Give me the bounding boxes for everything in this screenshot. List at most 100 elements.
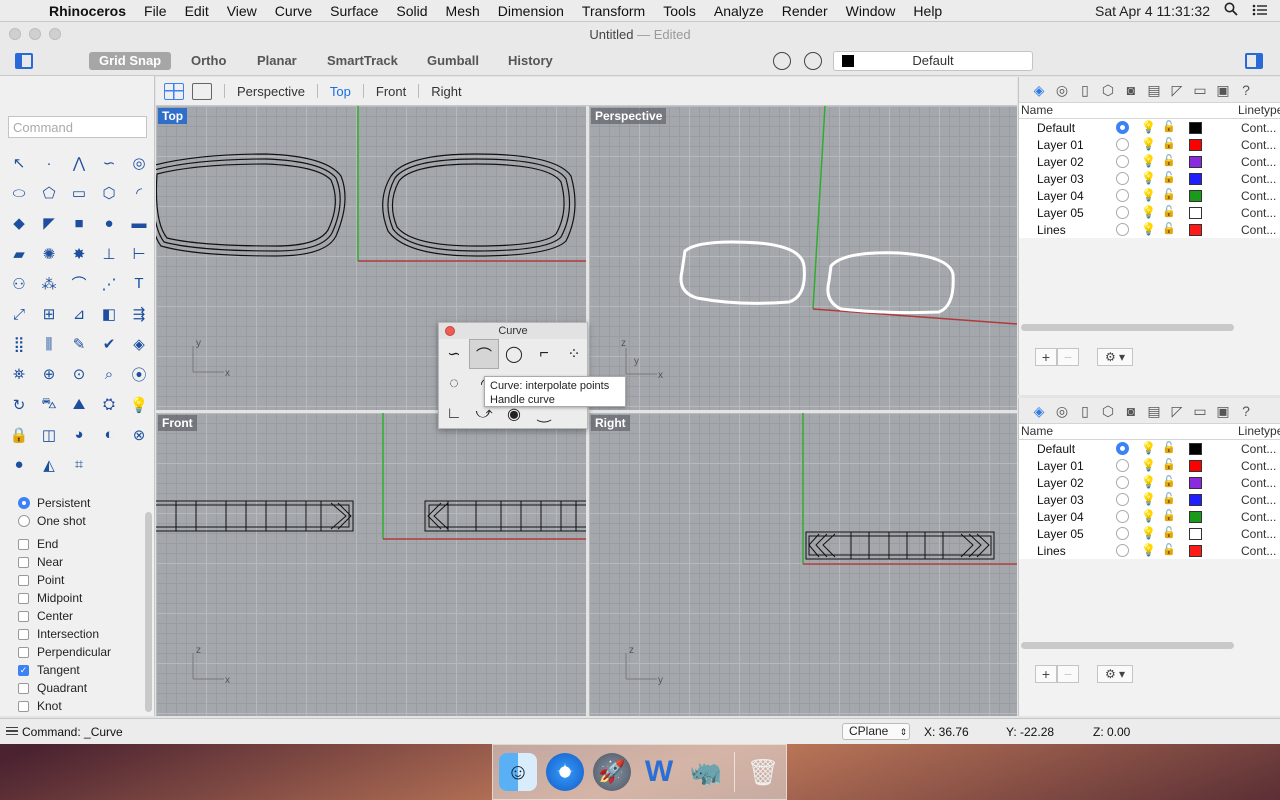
right-sidebar-toggle-icon[interactable] <box>1245 53 1263 69</box>
layer-name[interactable]: Default <box>1037 442 1075 456</box>
layer-name[interactable]: Layer 02 <box>1037 155 1084 169</box>
planar-button[interactable]: Planar <box>247 52 307 70</box>
points-on-tool-icon[interactable]: ⁂ <box>34 269 64 299</box>
layer-lock-icon[interactable]: 🔓 <box>1162 154 1176 167</box>
help-tab-icon[interactable]: ? <box>1238 82 1254 98</box>
split-tool-icon[interactable]: ⊥ <box>94 239 124 269</box>
layer-linetype[interactable]: Cont... <box>1241 121 1276 135</box>
layer-lock-icon[interactable]: 🔓 <box>1162 205 1176 218</box>
point-tool-icon[interactable]: · <box>34 148 64 178</box>
grid-array-icon[interactable]: ⣿ <box>4 329 34 359</box>
light-icon[interactable]: 💡 <box>124 390 154 420</box>
layer-visibility-bulb-icon[interactable]: 💡 <box>1141 458 1156 472</box>
safari-icon[interactable]: ✦ <box>546 753 584 791</box>
single-viewport-icon[interactable] <box>192 82 212 100</box>
tab-right[interactable]: Right <box>431 84 461 99</box>
layer-visibility-bulb-icon[interactable]: 💡 <box>1141 137 1156 151</box>
layer-visibility-bulb-icon[interactable]: 💡 <box>1141 475 1156 489</box>
layer-visibility-bulb-icon[interactable]: 💡 <box>1141 509 1156 523</box>
layer-row[interactable]: Lines 💡 🔓 Cont... <box>1019 542 1280 559</box>
layer-row[interactable]: Layer 03 💡 🔓 Cont... <box>1019 170 1280 187</box>
layer-row[interactable]: Layer 04 💡 🔓 Cont... <box>1019 508 1280 525</box>
remove-layer-button[interactable]: − <box>1057 665 1079 683</box>
polygon-curve-icon[interactable]: ◌ <box>439 369 469 399</box>
layer-visibility-bulb-icon[interactable]: 💡 <box>1141 526 1156 540</box>
add-layer-button[interactable]: + <box>1035 348 1057 366</box>
zoom-selected-icon[interactable]: ⦿ <box>124 359 154 389</box>
finder-icon[interactable]: ☺ <box>499 753 537 791</box>
zoom-window-icon[interactable]: ⊙ <box>64 359 94 389</box>
layer-lock-icon[interactable]: 🔓 <box>1162 222 1176 235</box>
spotlight-search-icon[interactable] <box>1224 2 1238 19</box>
layers-tab-icon[interactable]: ◈ <box>1031 82 1047 98</box>
box-tool-icon[interactable]: ■ <box>64 208 94 238</box>
properties-tab-icon[interactable]: ◎ <box>1054 403 1070 419</box>
osnap-tangent-checkbox[interactable]: ✓ Tangent <box>18 661 148 679</box>
layer-linetype[interactable]: Cont... <box>1241 493 1276 507</box>
command-history-menu-icon[interactable] <box>6 727 18 735</box>
spotlight-tool-icon[interactable]: ◭ <box>34 450 64 480</box>
analyze-tool-icon[interactable]: ◈ <box>124 329 154 359</box>
layer-options-gear-icon[interactable]: ⚙ ▾ <box>1097 348 1133 366</box>
layer-lock-icon[interactable]: 🔓 <box>1162 475 1176 488</box>
layer-color-swatch[interactable] <box>1189 494 1202 506</box>
rotate-view-icon[interactable]: ↻ <box>4 390 34 420</box>
remove-layer-button[interactable]: − <box>1057 348 1079 366</box>
array-tool-icon[interactable]: ⊞ <box>34 299 64 329</box>
column-linetype-header[interactable]: Linetype <box>1238 103 1280 117</box>
camera-tab-icon[interactable]: ◙ <box>1123 403 1139 419</box>
layer-visibility-bulb-icon[interactable]: 💡 <box>1141 205 1156 219</box>
rhino-icon[interactable]: 🦏 <box>687 753 725 791</box>
object-tab-icon[interactable]: ⬡ <box>1100 82 1116 98</box>
viewport-label-front[interactable]: Front <box>158 415 197 431</box>
layer-lock-icon[interactable]: 🔓 <box>1162 120 1176 133</box>
add-layer-button[interactable]: + <box>1035 665 1057 683</box>
group-tool-icon[interactable]: ⚇ <box>4 269 34 299</box>
current-layer-radio-icon[interactable] <box>1116 155 1129 168</box>
layer-color-swatch[interactable] <box>1189 443 1202 455</box>
layer-linetype[interactable]: Cont... <box>1241 459 1276 473</box>
panel-tab-icon[interactable]: ▭ <box>1192 82 1208 98</box>
osnap-knot-checkbox[interactable]: Knot <box>18 697 148 715</box>
menu-tools[interactable]: Tools <box>654 3 705 19</box>
viewport-perspective[interactable]: z y x Perspective <box>589 106 1017 410</box>
layer-color-swatch[interactable] <box>1189 190 1202 202</box>
layer-visibility-bulb-icon[interactable]: 💡 <box>1141 222 1156 236</box>
hexagon-tool-icon[interactable]: ⬡ <box>94 178 124 208</box>
menu-analyze[interactable]: Analyze <box>705 3 773 19</box>
panel-tab-icon[interactable]: ▭ <box>1192 403 1208 419</box>
curve-from-object-icon[interactable]: ⌗ <box>64 450 94 480</box>
layer-linetype[interactable]: Cont... <box>1241 442 1276 456</box>
layer-color-swatch[interactable] <box>1189 224 1202 236</box>
layer-linetype[interactable]: Cont... <box>1241 138 1276 152</box>
layer-row[interactable]: Default 💡 🔓 Cont... <box>1019 440 1280 457</box>
tab-top[interactable]: Top <box>330 84 351 99</box>
menu-mesh[interactable]: Mesh <box>437 3 489 19</box>
curve-edit-tool-icon[interactable]: ⌒ <box>64 269 94 299</box>
terrain-icon[interactable]: ⛰ <box>64 390 94 420</box>
current-layer-radio-icon[interactable] <box>1116 138 1129 151</box>
align-tool-icon[interactable]: ⫼ <box>34 329 64 359</box>
osnap-near-checkbox[interactable]: Near <box>18 553 148 571</box>
zoom-tool-icon[interactable]: ⊕ <box>34 359 64 389</box>
surface-points-icon[interactable]: ◆ <box>4 208 34 238</box>
layer-color-swatch[interactable] <box>1189 207 1202 219</box>
display-tab-icon[interactable]: ▣ <box>1215 82 1231 98</box>
layer-name[interactable]: Layer 01 <box>1037 459 1084 473</box>
menu-file[interactable]: File <box>135 3 176 19</box>
paint-tool-icon[interactable]: ⛯ <box>4 359 34 389</box>
layer-color-swatch[interactable] <box>1189 460 1202 472</box>
menu-solid[interactable]: Solid <box>387 3 436 19</box>
layer-lock-icon[interactable]: 🔓 <box>1162 509 1176 522</box>
layer-color-swatch[interactable] <box>1189 477 1202 489</box>
osnap-quadrant-checkbox[interactable]: Quadrant <box>18 679 148 697</box>
cplane-select[interactable]: CPlane ⇕ <box>842 723 910 740</box>
layer-visibility-bulb-icon[interactable]: 💡 <box>1141 188 1156 202</box>
layer-visibility-bulb-icon[interactable]: 💡 <box>1141 492 1156 506</box>
ortho-button[interactable]: Ortho <box>181 52 236 70</box>
layer-linetype[interactable]: Cont... <box>1241 223 1276 237</box>
layer-color-swatch[interactable] <box>1189 156 1202 168</box>
circle-tool-icon[interactable]: ◎ <box>124 148 154 178</box>
osnap-end-checkbox[interactable]: End <box>18 535 148 553</box>
current-layer-radio-icon[interactable] <box>1116 189 1129 202</box>
